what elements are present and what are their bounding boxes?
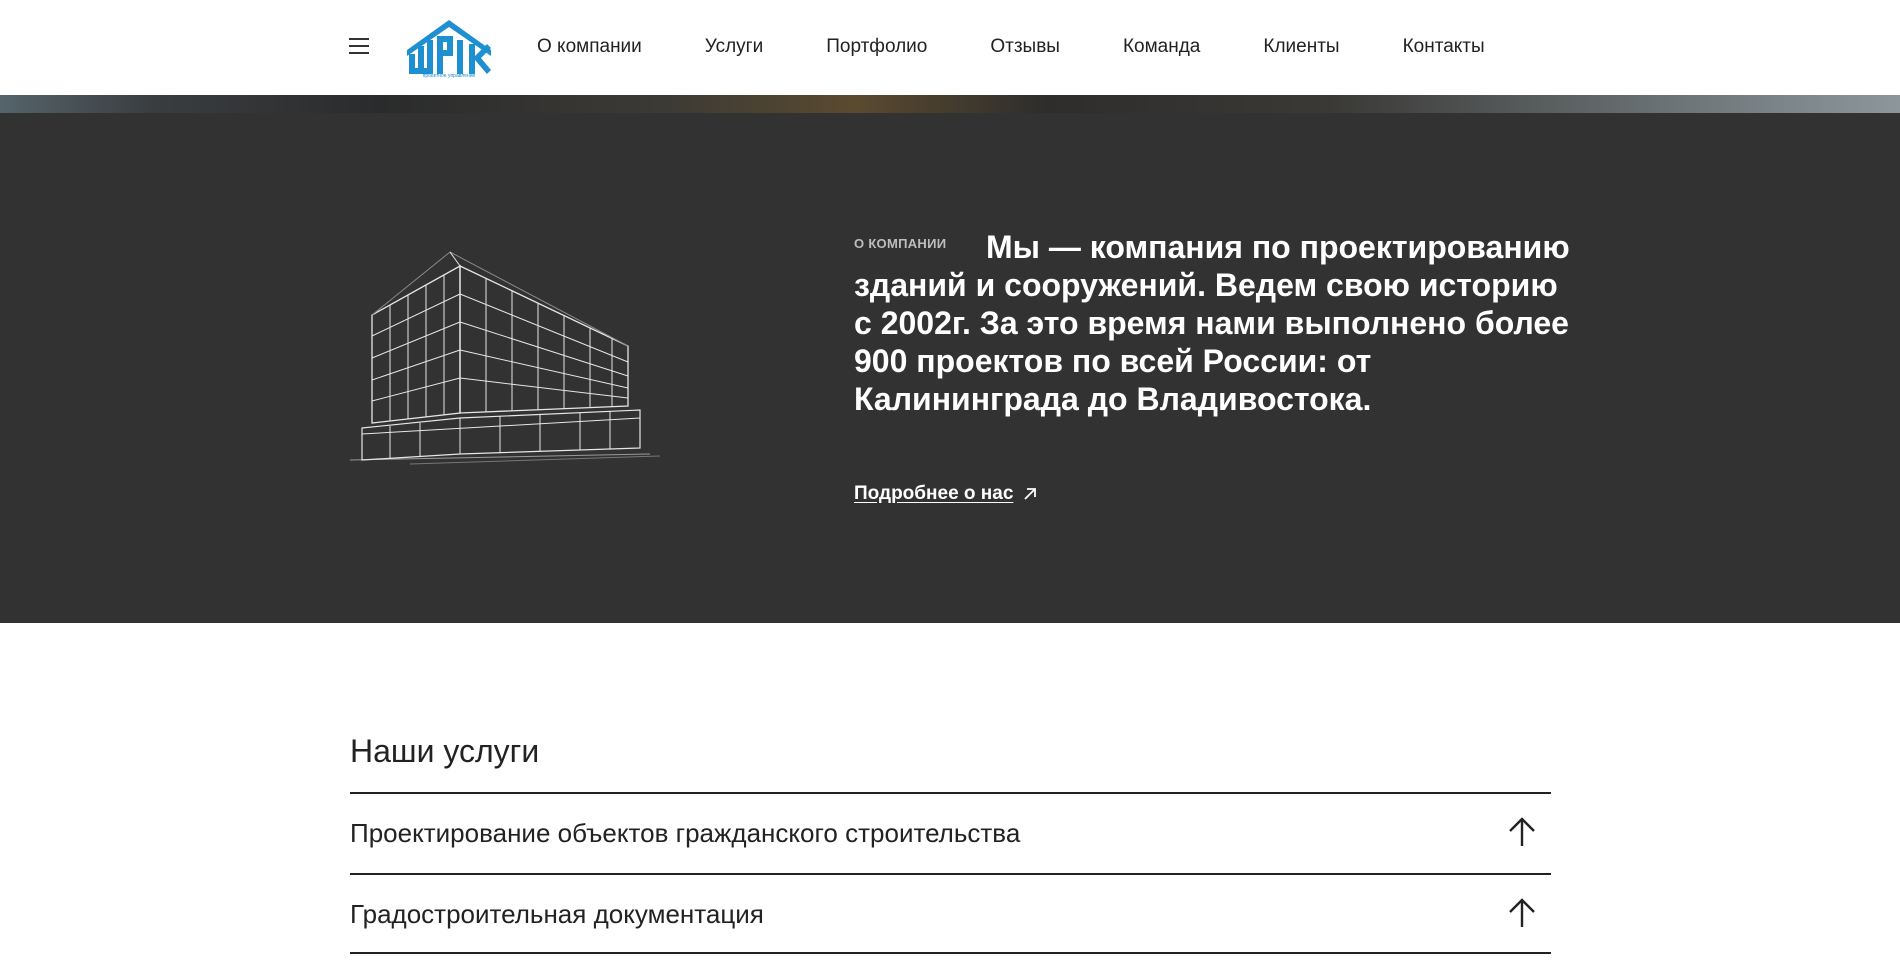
nav-link-clients[interactable]: Клиенты (1263, 36, 1339, 58)
service-item-label: Проектирование объектов гражданского стр… (350, 818, 1021, 848)
services-heading: Наши услуги (350, 733, 540, 769)
arrow-up-icon (1509, 817, 1535, 846)
service-item-label: Градостроительная документация (350, 899, 764, 929)
more-about-us-label: Подробнее о нас (854, 483, 1014, 504)
about-section: О компании Мы — компания по проектирован… (0, 113, 1900, 623)
nav-link-contacts[interactable]: Контакты (1403, 36, 1485, 58)
arrow-up-icon (1509, 898, 1535, 927)
arrow-up-right-icon (1024, 488, 1037, 500)
logo[interactable]: проектное управление (405, 16, 493, 78)
hamburger-menu-icon[interactable] (349, 38, 369, 56)
site-header: проектное управление О компании Услуги П… (0, 0, 1900, 95)
nav-link-portfolio[interactable]: Портфолио (826, 36, 927, 58)
nav-link-team[interactable]: Команда (1123, 36, 1200, 58)
svg-text:проектное управление: проектное управление (423, 73, 476, 78)
hero-image-strip (0, 95, 1900, 113)
service-item-civil-design[interactable]: Проектирование объектов гражданского стр… (350, 792, 1551, 873)
nav-link-reviews[interactable]: Отзывы (990, 36, 1060, 58)
more-about-us-link[interactable]: Подробнее о нас (854, 483, 1037, 505)
nav-link-about[interactable]: О компании (537, 36, 642, 58)
building-sketch-illustration (350, 251, 660, 465)
service-item-urban-planning[interactable]: Градостроительная документация (350, 873, 1551, 954)
about-description: Мы — компания по проектированию зданий и… (854, 229, 1570, 417)
main-nav: О компании Услуги Портфолио Отзывы Коман… (537, 36, 1548, 58)
nav-link-services[interactable]: Услуги (705, 36, 763, 58)
